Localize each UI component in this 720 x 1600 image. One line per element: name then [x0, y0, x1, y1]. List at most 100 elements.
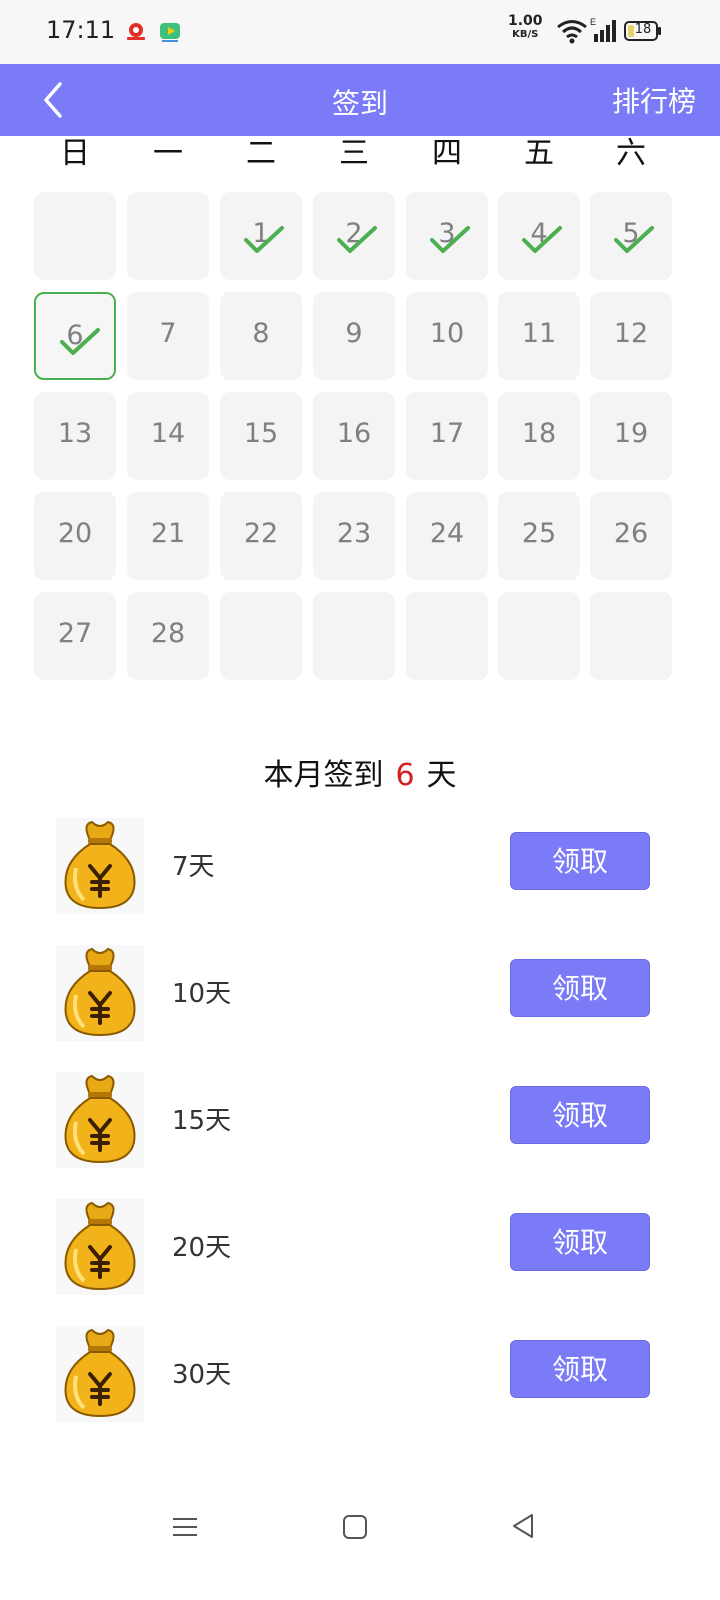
day-number: 22 [243, 518, 279, 549]
check-icon [337, 226, 377, 253]
day-number: 15 [243, 418, 279, 449]
reward-row: 7天 领取 [0, 818, 720, 918]
check-icon [60, 328, 100, 355]
menu-icon[interactable] [172, 1514, 198, 1540]
calendar-day-24[interactable]: 24 [406, 492, 488, 580]
reward-days-label: 20天 [172, 1233, 232, 1263]
calendar-day-6[interactable]: 6 [34, 292, 116, 380]
month-summary: 本月签到 6 天 [0, 750, 720, 794]
claim-button[interactable]: 领取 [510, 832, 650, 890]
calendar-day-5[interactable]: 5 [590, 192, 672, 280]
calendar-day-18[interactable]: 18 [498, 392, 580, 480]
calendar-day-3[interactable]: 3 [406, 192, 488, 280]
calendar-empty-cell [127, 192, 209, 280]
reward-days-label: 15天 [172, 1106, 232, 1136]
calendar-day-15[interactable]: 15 [220, 392, 302, 480]
weekday-label: 日 [60, 136, 90, 171]
weekday-row: 日 一 二 三 四 五 六 [0, 128, 720, 171]
reward-days-label: 30天 [172, 1360, 232, 1390]
summary-prefix: 本月签到 [263, 758, 384, 793]
calendar-empty-cell [590, 592, 672, 680]
calendar-day-19[interactable]: 19 [590, 392, 672, 480]
calendar-day-28[interactable]: 28 [127, 592, 209, 680]
day-number: 7 [159, 318, 177, 349]
network-speed-unit: KB/S [512, 29, 539, 40]
day-number: 9 [345, 318, 363, 349]
calendar-empty-cell [220, 592, 302, 680]
calendar-day-12[interactable]: 12 [590, 292, 672, 380]
day-number: 24 [429, 518, 465, 549]
money-bag-icon [56, 1326, 144, 1422]
money-bag-icon [56, 818, 144, 914]
weekday-label: 五 [524, 136, 554, 171]
back-triangle-icon[interactable] [510, 1512, 536, 1540]
day-number: 19 [613, 418, 649, 449]
network-speed-value: 1.00 [508, 13, 543, 29]
network-speed: 1.00 KB/S [508, 14, 543, 42]
check-icon [244, 226, 284, 253]
calendar-empty-cell [406, 592, 488, 680]
day-number: 21 [150, 518, 186, 549]
weekday-label: 二 [246, 136, 276, 171]
reward-row: 30天 领取 [0, 1326, 720, 1426]
day-number: 11 [521, 318, 557, 349]
svg-text:E: E [590, 17, 596, 27]
calendar-day-14[interactable]: 14 [127, 392, 209, 480]
weekday-label: 三 [339, 136, 369, 171]
weekday-label: 一 [153, 136, 183, 171]
calendar-day-1[interactable]: 1 [220, 192, 302, 280]
weekday-label: 六 [616, 136, 646, 171]
claim-button[interactable]: 领取 [510, 1340, 650, 1398]
reward-row: 15天 领取 [0, 1072, 720, 1172]
calendar-day-7[interactable]: 7 [127, 292, 209, 380]
system-nav-bar [0, 1500, 720, 1600]
calendar-day-22[interactable]: 22 [220, 492, 302, 580]
calendar-day-26[interactable]: 26 [590, 492, 672, 580]
reward-row: 10天 领取 [0, 945, 720, 1045]
day-number: 18 [521, 418, 557, 449]
day-number: 14 [150, 418, 186, 449]
calendar-day-9[interactable]: 9 [313, 292, 395, 380]
calendar-empty-cell [498, 592, 580, 680]
money-bag-icon [56, 1199, 144, 1295]
calendar-day-8[interactable]: 8 [220, 292, 302, 380]
calendar-empty-cell [34, 192, 116, 280]
calendar-day-25[interactable]: 25 [498, 492, 580, 580]
claim-button[interactable]: 领取 [510, 959, 650, 1017]
day-number: 13 [57, 418, 93, 449]
battery-level: 18 [634, 22, 652, 37]
calendar-day-10[interactable]: 10 [406, 292, 488, 380]
calendar-day-11[interactable]: 11 [498, 292, 580, 380]
day-number: 12 [613, 318, 649, 349]
leaderboard-link[interactable]: 排行榜 [612, 80, 696, 120]
reward-days-label: 10天 [172, 979, 232, 1009]
weekday-label: 四 [432, 136, 462, 171]
calendar-day-20[interactable]: 20 [34, 492, 116, 580]
day-number: 26 [613, 518, 649, 549]
home-icon[interactable] [342, 1514, 368, 1540]
calendar-day-17[interactable]: 17 [406, 392, 488, 480]
status-bar: 17:11 1.00 KB/S E 18 [0, 0, 720, 64]
calendar-day-13[interactable]: 13 [34, 392, 116, 480]
signed-count: 6 [395, 758, 415, 793]
calendar-day-21[interactable]: 21 [127, 492, 209, 580]
day-number: 23 [336, 518, 372, 549]
claim-button[interactable]: 领取 [510, 1086, 650, 1144]
signal-icon: E [590, 17, 616, 42]
calendar-day-4[interactable]: 4 [498, 192, 580, 280]
day-number: 10 [429, 318, 465, 349]
check-icon [522, 226, 562, 253]
calendar-day-2[interactable]: 2 [313, 192, 395, 280]
day-number: 27 [57, 618, 93, 649]
day-number: 16 [336, 418, 372, 449]
calendar-day-23[interactable]: 23 [313, 492, 395, 580]
calendar-day-27[interactable]: 27 [34, 592, 116, 680]
status-time: 17:11 [46, 16, 116, 44]
money-bag-icon [56, 945, 144, 1041]
calendar-empty-cell [313, 592, 395, 680]
calendar-day-16[interactable]: 16 [313, 392, 395, 480]
day-number: 8 [252, 318, 270, 349]
claim-button[interactable]: 领取 [510, 1213, 650, 1271]
app-icon-red [127, 23, 145, 40]
day-number: 28 [150, 618, 186, 649]
